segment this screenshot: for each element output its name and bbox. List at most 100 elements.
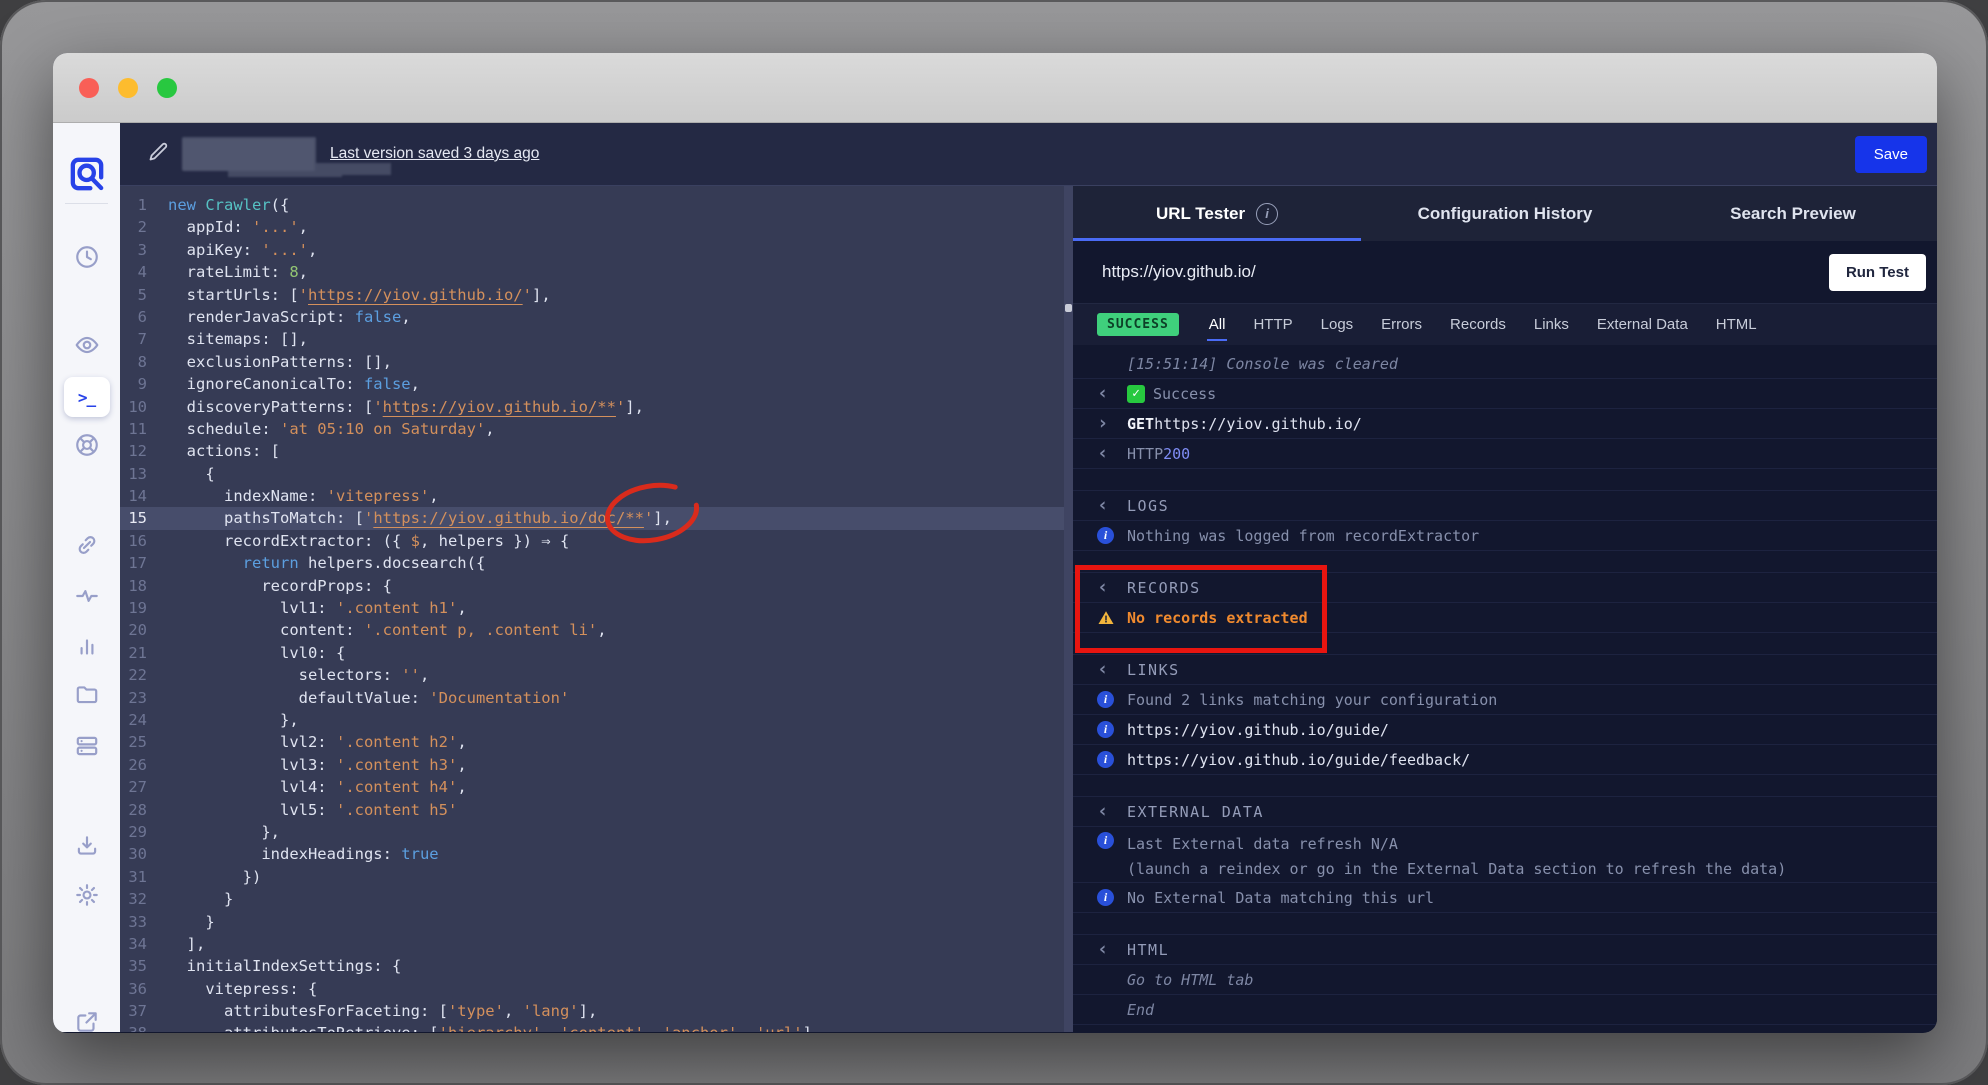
code-line-35[interactable]: 35 initialIndexSettings: { [120,955,1064,977]
line-number: 36 [128,979,147,998]
tab-url-tester[interactable]: URL Tester i [1073,186,1361,241]
code-line-24[interactable]: 24 }, [120,709,1064,731]
code-line-16[interactable]: 16 recordExtractor: ({ $, helpers }) ⇒ { [120,530,1064,552]
code-line-22[interactable]: 22 selectors: '', [120,664,1064,686]
code-line-30[interactable]: 30 indexHeadings: true [120,843,1064,865]
code-line-15[interactable]: 15 pathsToMatch: [' https://yiov.github.i… [120,507,1064,530]
code-line-23[interactable]: 23 defaultValue: 'Documentation' [120,687,1064,709]
code-line-18[interactable]: 18 recordProps: { [120,575,1064,597]
code-line-27[interactable]: 27 lvl4: '.content h4', [120,776,1064,798]
sidebar: >_ [53,123,120,1032]
code-line-11[interactable]: 11 schedule: 'at 05:10 on Saturday', [120,418,1064,440]
filter-tab-errors[interactable]: Errors [1381,304,1422,345]
test-url-input[interactable]: https://yiov.github.io/ [1102,262,1829,282]
code-line-5[interactable]: 5 startUrls: [' https://yiov.github.io/']… [120,284,1064,306]
algolia-logo [53,154,120,194]
code-line-20[interactable]: 20 content: '.content p, .content li', [120,619,1064,641]
edit-name-icon[interactable] [146,140,170,169]
expand-chevron-icon[interactable]: › [1097,414,1108,433]
filter-tab-all[interactable]: All [1206,304,1228,345]
console-row: › GET https://yiov.github.io/ [1073,409,1937,439]
filter-tab-html[interactable]: HTML [1716,304,1757,345]
filter-tab-logs[interactable]: Logs [1321,304,1354,345]
sidebar-item-help[interactable] [53,432,120,463]
code-line-34[interactable]: 34 ], [120,933,1064,955]
toolbar: Last version saved 3 days ago Save [120,123,1937,186]
code-line-33[interactable]: 33 } [120,911,1064,933]
collapse-chevron-icon[interactable]: ‹ [1097,384,1108,403]
sidebar-item-code-editor[interactable]: >_ [53,377,120,417]
collapse-chevron-icon[interactable]: ‹ [1097,802,1108,821]
sidebar-item-external-link[interactable] [53,1009,120,1033]
code-line-36[interactable]: 36 vitepress: { [120,978,1064,1000]
collapse-chevron-icon[interactable]: ‹ [1097,496,1108,515]
sidebar-item-history[interactable] [53,244,120,275]
close-window-button[interactable] [79,78,99,98]
line-number: 28 [128,800,147,819]
code-line-31[interactable]: 31 }) [120,866,1064,888]
sidebar-item-analytics[interactable] [53,634,120,665]
line-number: 11 [128,419,147,438]
code-line-26[interactable]: 26 lvl3: '.content h3', [120,754,1064,776]
code-line-10[interactable]: 10 discoveryPatterns: [' https://yiov.git… [120,396,1064,418]
line-number: 3 [137,240,147,259]
collapse-chevron-icon[interactable]: ‹ [1097,940,1108,959]
tab-search-preview[interactable]: Search Preview [1649,186,1937,241]
last-version-saved-link[interactable]: Last version saved 3 days ago [330,145,539,163]
tab-configuration-history[interactable]: Configuration History [1361,186,1649,241]
sidebar-item-monitoring[interactable] [53,583,120,614]
console-row: ‹ EXTERNAL DATA [1073,797,1937,827]
collapse-chevron-icon[interactable]: ‹ [1097,444,1108,463]
code-line-8[interactable]: 8 exclusionPatterns: [], [120,351,1064,373]
collapse-chevron-icon[interactable]: ‹ [1097,660,1108,679]
line-number: 26 [128,755,147,774]
sidebar-item-settings[interactable] [53,882,120,913]
sidebar-item-export[interactable] [53,833,120,864]
sidebar-item-indices[interactable] [53,733,120,764]
console-spacer [1073,775,1937,797]
code-line-6[interactable]: 6 renderJavaScript: false, [120,306,1064,328]
code-line-4[interactable]: 4 rateLimit: 8, [120,261,1064,283]
filter-tab-links[interactable]: Links [1534,304,1569,345]
collapse-chevron-icon[interactable]: ‹ [1097,578,1108,597]
code-line-37[interactable]: 37 attributesForFaceting: ['type', 'lang… [120,1000,1064,1022]
code-line-13[interactable]: 13 { [120,463,1064,485]
code-line-1[interactable]: 1 new Crawler({ [120,194,1064,216]
download-icon [74,833,100,864]
code-line-17[interactable]: 17 return helpers.docsearch({ [120,552,1064,574]
code-line-19[interactable]: 19 lvl1: '.content h1', [120,597,1064,619]
save-button[interactable]: Save [1854,135,1927,173]
code-line-2[interactable]: 2 appId: '...', [120,216,1064,238]
folder-icon [74,682,100,713]
filter-tab-http[interactable]: HTTP [1253,304,1292,345]
code-line-38[interactable]: 38 attributesToRetrieve: ['hierarchy', '… [120,1022,1064,1032]
line-number: 6 [137,307,147,326]
code-line-21[interactable]: 21 lvl0: { [120,642,1064,664]
code-line-14[interactable]: 14 indexName: 'vitepress', [120,485,1064,507]
sidebar-item-data-sources[interactable] [53,682,120,713]
sidebar-item-overview[interactable] [53,332,120,363]
minimize-window-button[interactable] [118,78,138,98]
editor-scrollbar[interactable] [1064,186,1073,1032]
sidebar-item-links[interactable] [53,532,120,563]
info-icon: i [1097,751,1114,768]
filter-tab-records[interactable]: Records [1450,304,1506,345]
code-editor[interactable]: 1 new Crawler({2 appId: '...', 3 apiKey: '… [120,186,1064,1032]
code-line-25[interactable]: 25 lvl2: '.content h2', [120,731,1064,753]
code-line-28[interactable]: 28 lvl5: '.content h5' [120,799,1064,821]
filter-tab-external-data[interactable]: External Data [1597,304,1688,345]
maximize-window-button[interactable] [157,78,177,98]
code-line-3[interactable]: 3 apiKey: '...', [120,239,1064,261]
code-line-32[interactable]: 32 } [120,888,1064,910]
code-line-29[interactable]: 29 }, [120,821,1064,843]
run-test-button[interactable]: Run Test [1828,253,1926,291]
line-number: 30 [128,845,147,864]
line-number: 15 [128,509,147,528]
code-line-12[interactable]: 12 actions: [ [120,440,1064,462]
code-line-7[interactable]: 7 sitemaps: [], [120,328,1064,350]
code-line-9[interactable]: 9 ignoreCanonicalTo: false, [120,373,1064,395]
info-icon[interactable]: i [1256,202,1279,225]
editor-scrollbar-handle[interactable] [1065,304,1072,312]
warning-icon [1097,609,1115,627]
console-row: ‹ ✓ Success [1073,379,1937,409]
